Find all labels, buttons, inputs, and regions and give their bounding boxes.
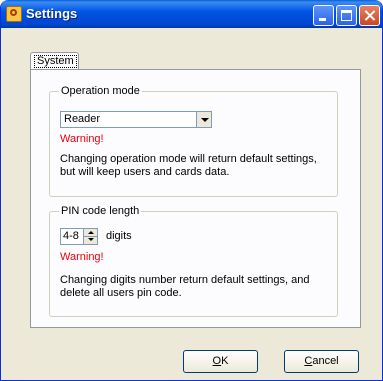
pin-length-unit: digits xyxy=(106,230,132,242)
ok-label: K xyxy=(221,355,229,367)
cancel-button[interactable]: Cancel xyxy=(284,350,359,373)
operation-mode-value: Reader xyxy=(64,113,101,125)
pin-length-spinner[interactable]: 4-8 xyxy=(60,228,98,245)
operation-mode-note-line1: Changing operation mode will return defa… xyxy=(60,153,317,165)
operation-mode-group: Operation mode Reader Warning! Changing … xyxy=(49,85,338,197)
app-magnifier-icon xyxy=(6,6,22,22)
settings-window: Settings System Operation mode Reader Wa… xyxy=(0,0,383,381)
pin-length-legend: PIN code length xyxy=(59,205,142,217)
chevron-down-icon[interactable] xyxy=(196,112,211,127)
maximize-icon xyxy=(341,10,352,21)
tab-system-label: System xyxy=(34,55,77,68)
tab-system[interactable]: System xyxy=(30,52,79,70)
window-title: Settings xyxy=(26,6,78,21)
title-bar[interactable]: Settings xyxy=(1,0,382,28)
pin-length-note-line1: Changing digits number return default se… xyxy=(60,274,310,286)
pin-length-note-line2: delete all users pin code. xyxy=(60,287,182,299)
pin-length-group: PIN code length 4-8 digits Warning! Chan… xyxy=(49,205,338,317)
close-icon xyxy=(360,6,379,25)
pin-length-value: 4-8 xyxy=(63,230,79,242)
maximize-button[interactable] xyxy=(336,5,357,26)
operation-mode-warning: Warning! xyxy=(60,133,104,145)
pin-length-warning: Warning! xyxy=(60,251,104,263)
operation-mode-note-line2: but will keep users and cards data. xyxy=(60,166,230,178)
operation-mode-legend: Operation mode xyxy=(59,85,142,97)
close-button[interactable] xyxy=(359,5,380,26)
operation-mode-select[interactable]: Reader xyxy=(60,111,212,128)
spinner-down-icon[interactable] xyxy=(84,236,97,243)
ok-button[interactable]: OK xyxy=(183,350,258,373)
spinner-buttons xyxy=(83,229,97,244)
cancel-label: ancel xyxy=(312,355,339,367)
minimize-button[interactable] xyxy=(313,5,334,26)
system-tab-panel: Operation mode Reader Warning! Changing … xyxy=(30,69,361,328)
ok-accel: O xyxy=(212,355,222,367)
minimize-icon xyxy=(319,18,326,21)
